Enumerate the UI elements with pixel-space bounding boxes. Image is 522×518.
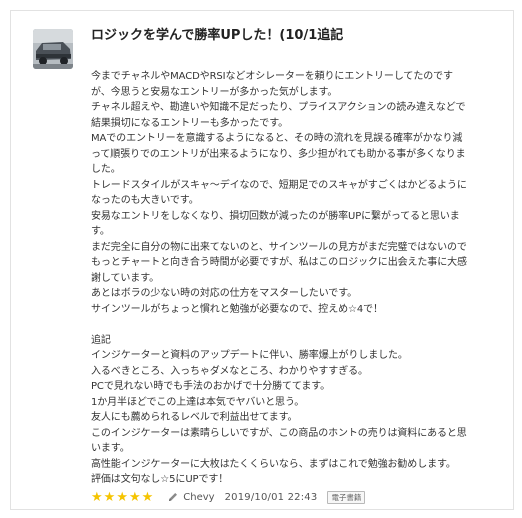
review-body-line: 1か月半ほどでこの上達は本気でヤバいと思う。 bbox=[91, 396, 305, 408]
review-body-line: 安易なエントリをしなくなり、損切回数が減ったのが勝率UPに繋がってると思いま bbox=[91, 210, 460, 222]
review-body-line: 評価は文句なし☆5にUPです！ bbox=[91, 474, 229, 485]
review-body-line: まだ完全に自分の物に出来てないのと、サインツールの見方がまだ完璧ではないので bbox=[91, 241, 467, 253]
review-body-line: インジケーターと資料のアップデートに伴い、勝率爆上がりしました。 bbox=[91, 350, 408, 361]
avatar-car-image bbox=[33, 29, 73, 69]
format-badge: 電子書籍 bbox=[327, 490, 366, 504]
star-icon: ★ bbox=[116, 489, 128, 505]
review-body-line: もっとチャートと向き合う時間が必要ですが、私はこのロジックに出会えた事に大感 bbox=[91, 257, 467, 268]
review-body-line: 友人にも薦められるレベルで利益出せてます。 bbox=[91, 412, 298, 423]
reviewer-avatar[interactable] bbox=[33, 29, 73, 69]
review-body-line: 今までチャネルやMACDやRSIなどオシレーターを頼りにエントリーしてたのです bbox=[91, 71, 453, 82]
review-body-line: 結果損切になるエントリーも多かったです。 bbox=[91, 117, 288, 129]
review-card: ロジックを学んで勝率UPした！(10/1追記 今までチャネルやMACDやRSIな… bbox=[10, 10, 514, 510]
star-icon: ★ bbox=[91, 489, 103, 505]
review-body-line: す。 bbox=[91, 226, 110, 237]
pen-icon bbox=[169, 493, 178, 501]
review-body-line: PCで見れない時でも手法のおかげで十分勝ててます。 bbox=[91, 381, 331, 392]
review-body-line: 入るべきところ、入っちゃダメなところ、わかりやすすぎる。 bbox=[91, 365, 368, 377]
star-icon: ★ bbox=[128, 489, 141, 505]
review-body-line: が、今思うと安易なエントリーが多かった気がします。 bbox=[91, 86, 338, 98]
star-icon: ★ bbox=[141, 489, 154, 505]
review-body-line: あとはボラの少ない時の対応の仕方をマスターしたいです。 bbox=[91, 288, 357, 299]
review-body-line: なったのも大きいです。 bbox=[91, 195, 199, 206]
review-body-line: した。 bbox=[91, 164, 121, 175]
review-date: 2019/10/01 22:43 bbox=[224, 491, 318, 503]
review-body-line: 高性能インジケーターに大枚はたくくらいなら、まずはこれで勉強お勧めします。 bbox=[91, 458, 456, 470]
review-body-line: 追記 bbox=[91, 334, 111, 346]
review-body-line: サインツールがちょっと慣れと勉強が必要なので、控えめ☆4で！ bbox=[91, 303, 383, 315]
review-body-line: MAでのエントリーを意識するようになると、その時の流れを見誤る確率がかなり減 bbox=[91, 133, 463, 144]
review-body-line: 謝しています。 bbox=[91, 272, 159, 284]
review-body-line: います。 bbox=[91, 443, 130, 454]
review-body-line: って順張りでのエントリが出来るようになり、多少担がれても助かる事が多くなりま bbox=[91, 148, 466, 160]
reviewer-name[interactable]: Chevy bbox=[183, 492, 214, 503]
review-body-line: このインジケーターは素晴らしいですが、この商品のホントの売りは資料にあると思 bbox=[91, 427, 467, 439]
review-title: ロジックを学んで勝率UPした！(10/1追記 bbox=[91, 28, 344, 43]
review-body-line: チャネル超えや、勘違いや知識不足だったり、プライスアクションの読み違えなどで bbox=[91, 102, 466, 113]
star-icon: ★ bbox=[103, 489, 116, 505]
review-body-line: トレードスタイルがスキャ～デイなので、短期足でのスキャがすごくはかどるように bbox=[91, 179, 467, 191]
reviewer[interactable]: Chevy bbox=[167, 491, 215, 503]
review-body: 今までチャネルやMACDやRSIなどオシレーターを頼りにエントリーしてたのですが… bbox=[91, 69, 511, 488]
review-footer: ★ ★ ★ ★ ★ Chevy 2019/10/01 22:43 電子書籍 bbox=[91, 489, 511, 505]
rating-stars: ★ ★ ★ ★ ★ bbox=[91, 491, 153, 504]
